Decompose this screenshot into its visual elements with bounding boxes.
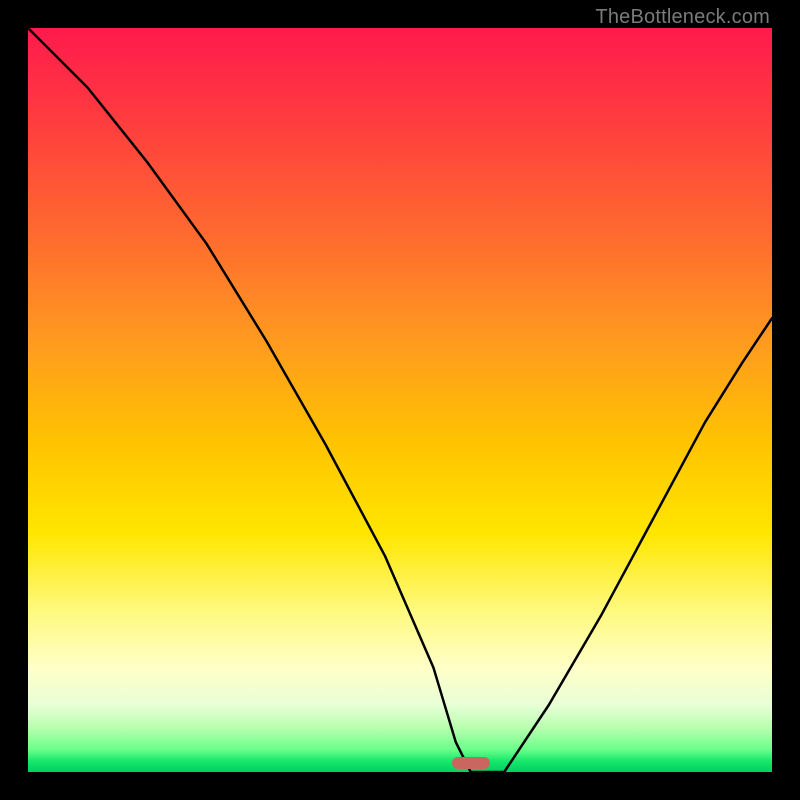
plot-area [28, 28, 772, 772]
watermark-text: TheBottleneck.com [595, 6, 770, 29]
chart-frame: TheBottleneck.com [0, 0, 800, 800]
bottleneck-curve [28, 28, 772, 772]
optimum-marker [452, 757, 490, 769]
